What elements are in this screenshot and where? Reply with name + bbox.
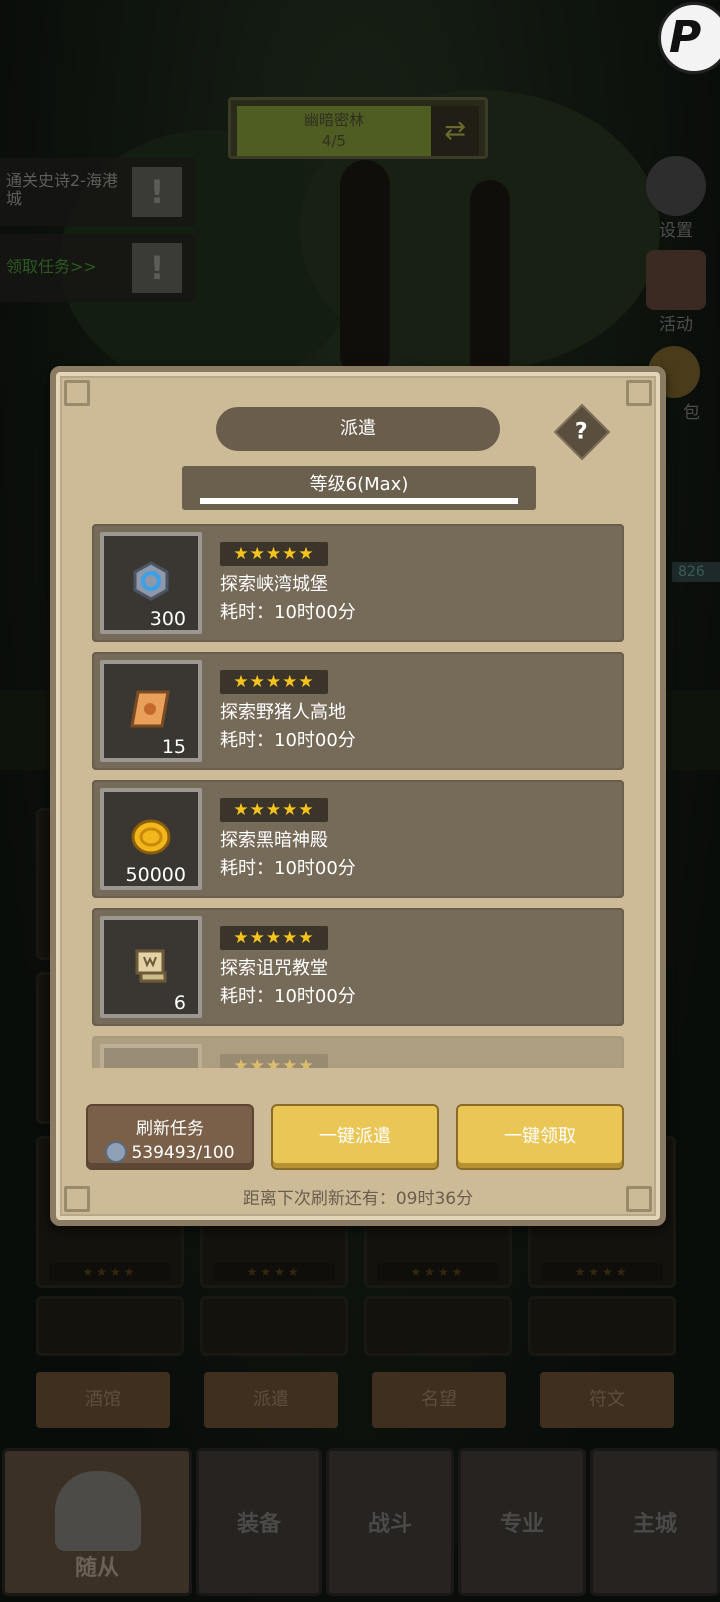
nav-followers-label: 随从 — [74, 1556, 119, 1581]
tab-reputation[interactable]: 名望 — [372, 1372, 506, 1428]
stage-label: 幽暗密林 4/5 — [237, 106, 431, 156]
dispatch-all-button[interactable]: 一键派遣 — [271, 1104, 439, 1170]
refresh-missions-button[interactable]: 刷新任务 539493/100 — [86, 1104, 254, 1170]
reward-slot[interactable]: 50000 — [100, 788, 202, 890]
settings-label: 设置 — [659, 221, 693, 241]
nav-equipment[interactable]: 装备 — [196, 1448, 322, 1596]
exclamation-icon: ! — [132, 167, 182, 217]
side-counter: 826 — [672, 562, 720, 582]
reward-quantity: 15 — [161, 736, 186, 758]
mission-card[interactable]: 50000 ★★★★★ 探索黑暗神殿 耗时：10时00分 — [92, 780, 624, 898]
rune-scroll-icon — [135, 949, 167, 983]
reward-slot[interactable]: 6 — [100, 916, 202, 1018]
mission-title: 探索野猪人高地 — [220, 702, 346, 723]
exclamation-icon: ! — [132, 243, 182, 293]
nav-battle[interactable]: 战斗 — [326, 1448, 454, 1596]
settings-button[interactable]: 设置 — [646, 156, 706, 241]
dispatch-modal: 派遣 ? 等级6(Max) 300 ★★★★★ 探索峡湾城堡 耗时：10时00分 — [50, 366, 666, 1226]
mission-duration: 耗时：10时00分 — [220, 730, 356, 751]
tab-dispatch[interactable]: 派遣 — [204, 1372, 338, 1428]
frame-corner — [64, 380, 90, 406]
mission-title: 探索黑暗神殿 — [220, 830, 328, 851]
helmet-icon — [55, 1471, 141, 1551]
gem-icon — [133, 561, 169, 601]
claim-all-button[interactable]: 一键领取 — [456, 1104, 624, 1170]
level-progress-track — [200, 498, 518, 504]
mission-title: 探索峡湾城堡 — [220, 574, 328, 595]
mission-title: 探索诅咒教堂 — [220, 958, 328, 979]
stage-progress: 4/5 — [321, 132, 347, 150]
scroll-icon — [130, 690, 170, 728]
reward-quantity: 6 — [173, 992, 186, 1014]
quest-text: 领取任务>> — [6, 257, 97, 276]
reward-quantity: 50000 — [125, 864, 186, 886]
reward-slot[interactable]: 15 — [100, 660, 202, 762]
reward-quantity: 300 — [149, 608, 186, 630]
events-label: 活动 — [659, 315, 693, 335]
swap-icon[interactable]: ⇄ — [431, 106, 479, 156]
stage-name: 幽暗密林 — [303, 111, 364, 129]
mission-duration: 耗时：10时00分 — [220, 602, 356, 623]
mission-card[interactable]: 15 ★★★★★ 探索野猪人高地 耗时：10时00分 — [92, 652, 624, 770]
mission-duration: 耗时：10时00分 — [220, 858, 356, 879]
frame-corner — [626, 380, 652, 406]
star-rating: ★★★★★ — [220, 670, 328, 694]
star-rating: ★★★★★ — [220, 926, 328, 950]
gear-icon — [646, 156, 706, 216]
calendar-icon — [646, 250, 706, 310]
mission-card[interactable]: 300 ★★★★★ 探索峡湾城堡 耗时：10时00分 — [92, 524, 624, 642]
level-label: 等级6(Max) — [309, 474, 409, 495]
reward-slot[interactable]: 300 — [100, 532, 202, 634]
events-button[interactable]: 活动 — [646, 250, 706, 335]
nav-profession[interactable]: 专业 — [458, 1448, 586, 1596]
quest-text: 通关史诗2-海港城 — [6, 171, 118, 208]
level-bar: 等级6(Max) — [182, 466, 536, 510]
refresh-cost-value: 539493/100 — [131, 1143, 235, 1163]
modal-title: 派遣 — [216, 407, 500, 451]
next-refresh-timer: 距离下次刷新还有：09时36分 — [242, 1189, 474, 1209]
gold-coin-icon — [131, 819, 171, 855]
gem-icon — [105, 1141, 128, 1163]
mission-duration: 耗时：10时00分 — [220, 986, 356, 1007]
level-progress-fill — [200, 498, 518, 504]
nav-main-city[interactable]: 主城 — [590, 1448, 720, 1596]
stage-indicator[interactable]: 幽暗密林 4/5 ⇄ — [228, 97, 488, 159]
nav-followers[interactable]: 随从 — [2, 1448, 192, 1596]
reward-slot[interactable] — [100, 1044, 202, 1068]
help-button[interactable]: ? — [553, 403, 611, 461]
tab-tavern[interactable]: 酒馆 — [36, 1372, 170, 1428]
quest-tab-main[interactable]: 通关史诗2-海港城 ! — [0, 158, 196, 226]
mission-card[interactable]: ★★★★★ — [92, 1036, 624, 1068]
profile-badge-icon[interactable]: P — [658, 2, 720, 74]
star-rating: ★★★★★ — [220, 1054, 328, 1068]
mission-card[interactable]: 6 ★★★★★ 探索诅咒教堂 耗时：10时00分 — [92, 908, 624, 1026]
mission-list[interactable]: 300 ★★★★★ 探索峡湾城堡 耗时：10时00分 15 ★★★★★ 探索野猪… — [92, 524, 624, 1068]
question-icon: ? — [574, 419, 588, 445]
star-rating: ★★★★★ — [220, 798, 328, 822]
quest-tab-accept[interactable]: 领取任务>> ! — [0, 234, 196, 302]
refresh-cost: 539493/100 — [88, 1141, 252, 1163]
tab-runes[interactable]: 符文 — [540, 1372, 674, 1428]
refresh-label: 刷新任务 — [136, 1119, 204, 1139]
star-rating: ★★★★★ — [220, 542, 328, 566]
